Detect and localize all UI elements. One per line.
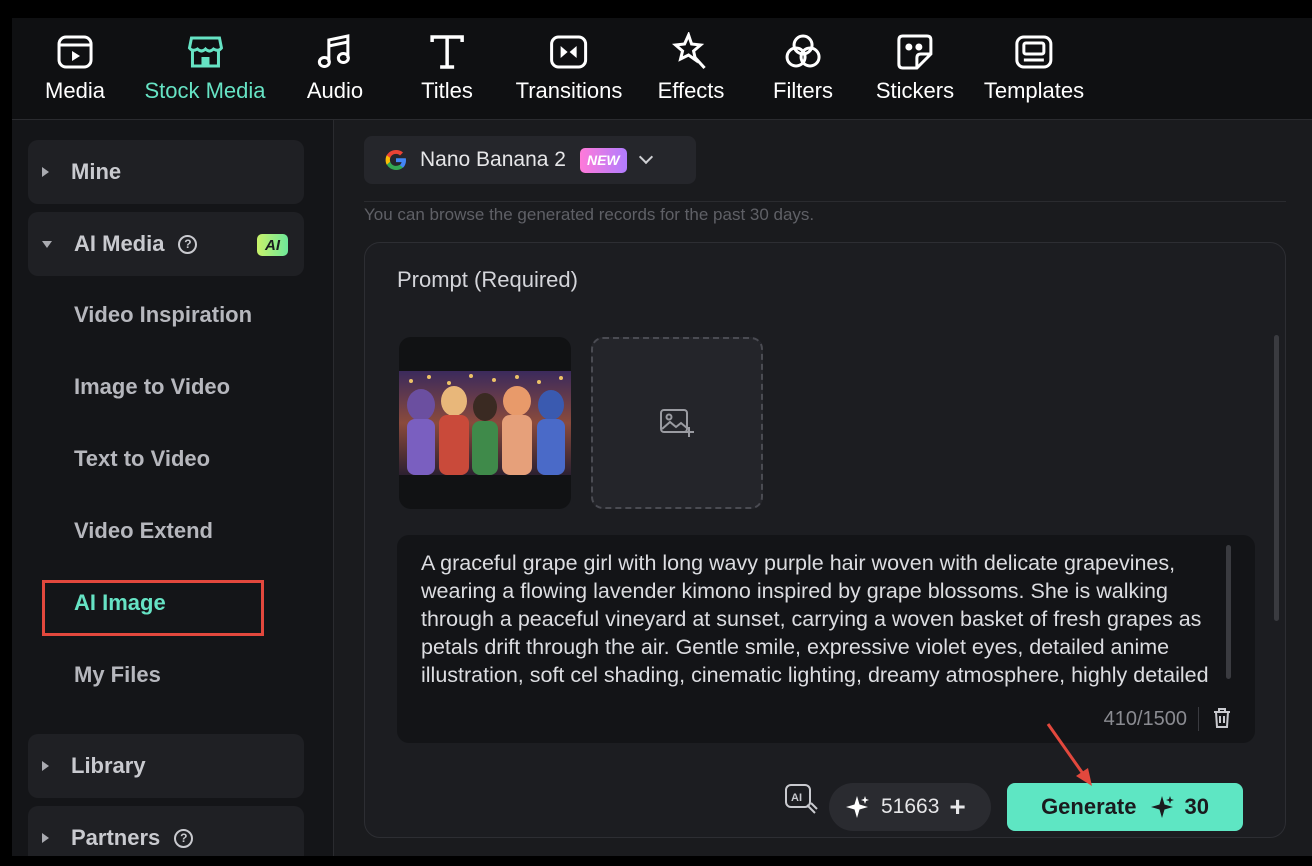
toolbar-label: Titles: [421, 78, 473, 103]
toolbar-effects[interactable]: Effects: [657, 32, 725, 104]
image-plus-icon: [660, 409, 694, 437]
toolbar-media[interactable]: Media: [45, 32, 105, 104]
app-window: Media Stock Media Audio Titles Transitio…: [12, 18, 1312, 856]
ai-label-icon[interactable]: AI: [783, 781, 819, 817]
toolbar-label: Transitions: [515, 78, 623, 103]
reference-image: [399, 371, 571, 475]
toolbar-label: Audio: [306, 78, 364, 103]
sparkle-star-icon: [672, 32, 707, 70]
toolbar-stickers[interactable]: Stickers: [876, 32, 954, 104]
model-dropdown[interactable]: Nano Banana 2 NEW: [364, 136, 696, 184]
toolbar-transitions[interactable]: Transitions: [515, 32, 623, 104]
generate-cost: 30: [1184, 794, 1209, 819]
toolbar-stock-media[interactable]: Stock Media: [144, 32, 266, 104]
chevron-down-icon: [638, 149, 653, 165]
toolbar-label: Stock Media: [144, 78, 266, 103]
sidebar-item-video-inspiration[interactable]: Video Inspiration: [74, 302, 252, 328]
prompt-textarea[interactable]: A graceful grape girl with long wavy pur…: [397, 535, 1255, 743]
prompt-text[interactable]: A graceful grape girl with long wavy pur…: [421, 549, 1229, 699]
group-label: Partners: [71, 825, 161, 850]
toolbar-label: Filters: [773, 78, 833, 103]
help-icon[interactable]: ?: [178, 234, 198, 254]
sidebar-group-ai-media[interactable]: AI Media ? AI: [28, 212, 304, 276]
filter-circles-icon: [785, 34, 821, 68]
expand-arrow-icon: [42, 761, 49, 771]
media-icon: [57, 35, 93, 69]
sidebar-item-image-to-video[interactable]: Image to Video: [74, 374, 230, 400]
sidebar-item-text-to-video[interactable]: Text to Video: [74, 446, 210, 472]
expand-arrow-icon: [42, 833, 49, 843]
transition-icon: [550, 35, 588, 69]
help-icon[interactable]: ?: [174, 828, 194, 848]
new-badge: NEW: [579, 147, 627, 173]
sidebar-item-my-files[interactable]: My Files: [74, 662, 161, 688]
sidebar-group-partners[interactable]: Partners ?: [28, 806, 304, 856]
toolbar-templates[interactable]: Templates: [984, 32, 1084, 104]
template-icon: [1015, 35, 1053, 69]
sparkle-icon: [846, 796, 869, 818]
google-logo-icon: [385, 150, 406, 170]
music-note-icon: [318, 34, 350, 68]
sidebar-group-library[interactable]: Library: [28, 734, 304, 798]
expand-arrow-icon: [42, 167, 49, 177]
toolbar-titles[interactable]: Titles: [421, 32, 473, 104]
sticker-icon: [897, 34, 933, 70]
reference-image-thumbnail[interactable]: [399, 337, 571, 509]
svg-text:AI: AI: [791, 792, 802, 804]
toolbar-label: Media: [45, 78, 105, 103]
divider: [364, 201, 1286, 202]
group-label: AI Media: [74, 231, 165, 256]
sidebar-group-mine[interactable]: Mine: [28, 140, 304, 204]
add-image-button[interactable]: [591, 337, 763, 509]
history-hint: You can browse the generated records for…: [364, 205, 815, 224]
toolbar-label: Stickers: [875, 78, 955, 103]
credits-balance[interactable]: 51663 +: [829, 783, 991, 831]
group-label: Mine: [71, 159, 122, 184]
annotation-arrow-icon: [1046, 723, 1092, 786]
stock-media-icon: [187, 36, 223, 68]
collapse-arrow-icon: [42, 240, 52, 248]
model-name: Nano Banana 2: [420, 148, 566, 171]
title-t-icon: [430, 35, 464, 69]
toolbar-filters[interactable]: Filters: [773, 32, 833, 104]
credits-value: 51663: [881, 795, 940, 818]
ai-badge: AI: [257, 234, 288, 256]
prompt-panel: Prompt (Required) A graceful grape girl …: [364, 242, 1286, 838]
add-credits-button[interactable]: +: [949, 793, 965, 821]
generate-label: Generate: [1041, 794, 1137, 819]
toolbar-audio[interactable]: Audio: [307, 32, 363, 104]
top-toolbar: Media Stock Media Audio Titles Transitio…: [12, 18, 1312, 120]
sidebar-item-ai-image[interactable]: AI Image: [74, 590, 166, 616]
char-counter: 410/1500: [1103, 708, 1187, 730]
toolbar-label: Effects: [657, 78, 725, 103]
sparkle-icon: [1151, 796, 1175, 818]
textarea-scrollbar[interactable]: [1226, 545, 1231, 679]
toolbar-label: Templates: [983, 78, 1085, 103]
sidebar-item-video-extend[interactable]: Video Extend: [74, 518, 213, 544]
counter-divider: [1198, 707, 1199, 731]
prompt-label: Prompt (Required): [397, 267, 578, 292]
group-label: Library: [71, 753, 146, 778]
sidebar: Mine AI Media ? AI Video Inspiration Ima…: [12, 120, 334, 856]
panel-scrollbar[interactable]: [1274, 335, 1279, 621]
trash-icon[interactable]: [1211, 707, 1233, 729]
